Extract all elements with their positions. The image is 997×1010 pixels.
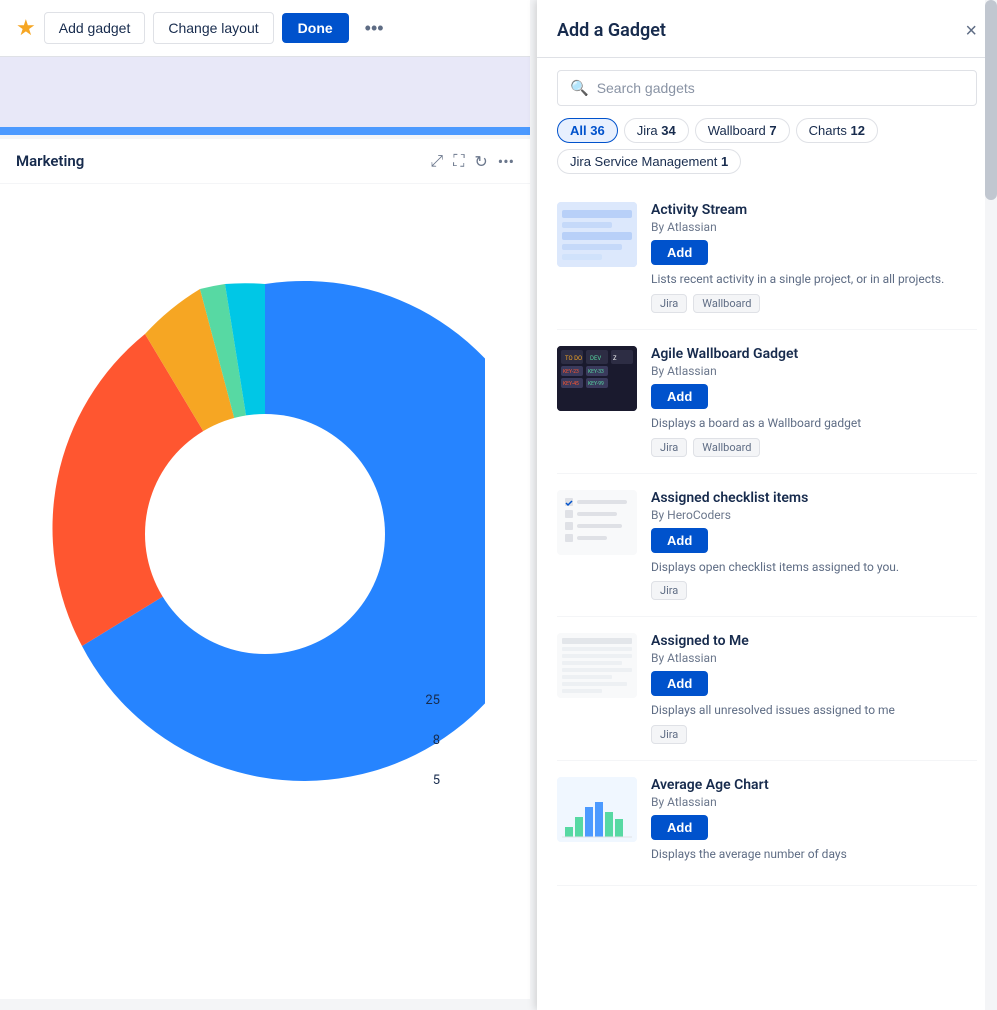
add-button-assigned-checklist[interactable]: Add: [651, 528, 708, 553]
gadget-info-assigned-to-me: Assigned to Me By Atlassian Add Displays…: [651, 633, 977, 744]
tag-list-agile-wallboard: Jira Wallboard: [651, 438, 977, 457]
gadget-desc-activity-stream: Lists recent activity in a single projec…: [651, 271, 977, 288]
add-button-agile-wallboard[interactable]: Add: [651, 384, 708, 409]
expand-icon[interactable]: ⛶: [453, 151, 464, 171]
tag-list-assigned-to-me: Jira: [651, 725, 977, 744]
chart-title: Marketing: [16, 152, 84, 170]
gadget-item-assigned-checklist: Assigned checklist items By HeroCoders A…: [557, 474, 977, 618]
donut-chart-container: 25 8 5: [0, 184, 530, 884]
gadget-thumbnail-average-age-chart: [557, 777, 637, 842]
gadget-name-average-age-chart: Average Age Chart: [651, 777, 977, 793]
add-gadget-button[interactable]: Add gadget: [44, 12, 146, 44]
gadget-thumbnail-activity-stream: [557, 202, 637, 267]
tag-wallboard: Wallboard: [693, 294, 760, 313]
gadget-thumbnail-assigned-to-me: [557, 633, 637, 698]
scrollbar[interactable]: [985, 0, 997, 1010]
svg-text:25: 25: [425, 693, 440, 708]
blue-bar: [0, 127, 530, 135]
tag-list-activity-stream: Jira Wallboard: [651, 294, 977, 313]
gadget-list: Activity Stream By Atlassian Add Lists r…: [537, 186, 997, 1010]
svg-text:KEY-23: KEY-23: [563, 369, 579, 375]
tag-jira: Jira: [651, 725, 687, 744]
filter-tab-jira[interactable]: Jira 34: [624, 118, 689, 143]
done-button[interactable]: Done: [282, 13, 349, 43]
refresh-icon[interactable]: ↻: [474, 152, 487, 171]
gadget-name-agile-wallboard: Agile Wallboard Gadget: [651, 346, 977, 362]
close-button[interactable]: ×: [965, 21, 977, 41]
chart-actions: ⤢ ⛶ ↻ •••: [430, 151, 514, 171]
gadget-thumbnail-assigned-checklist: [557, 490, 637, 555]
add-button-activity-stream[interactable]: Add: [651, 240, 708, 265]
svg-text:DEV: DEV: [590, 355, 601, 362]
svg-text:KEY-33: KEY-33: [588, 369, 604, 375]
svg-text:KEY-45: KEY-45: [563, 381, 579, 387]
gadget-thumbnail-agile-wallboard: TO DO KEY-23 KEY-45 DEV KEY-33 KEY-99 Z: [557, 346, 637, 411]
left-panel: ★ Add gadget Change layout Done ••• Mark…: [0, 0, 530, 1010]
search-container: 🔍: [537, 58, 997, 118]
search-box: 🔍: [557, 70, 977, 106]
chart-card: Marketing ⤢ ⛶ ↻ •••: [0, 139, 530, 999]
star-icon[interactable]: ★: [16, 16, 36, 41]
gadget-name-assigned-to-me: Assigned to Me: [651, 633, 977, 649]
chart-card-header: Marketing ⤢ ⛶ ↻ •••: [0, 139, 530, 184]
filter-tab-all[interactable]: All 36: [557, 118, 618, 143]
gadget-desc-assigned-checklist: Displays open checklist items assigned t…: [651, 559, 977, 576]
donut-chart: 25 8 5: [45, 234, 485, 834]
filter-tab-wallboard[interactable]: Wallboard 7: [695, 118, 790, 143]
gadget-info-activity-stream: Activity Stream By Atlassian Add Lists r…: [651, 202, 977, 313]
add-gadget-modal: Add a Gadget × 🔍 All 36 Jira 34 Wallboar…: [537, 0, 997, 1010]
change-layout-button[interactable]: Change layout: [153, 12, 273, 44]
gadget-author-assigned-checklist: By HeroCoders: [651, 508, 977, 522]
gadget-author-agile-wallboard: By Atlassian: [651, 364, 977, 378]
svg-text:8: 8: [433, 733, 440, 748]
gadget-desc-average-age-chart: Displays the average number of days: [651, 846, 977, 863]
tag-jira: Jira: [651, 294, 687, 313]
search-input[interactable]: [597, 80, 964, 96]
gadget-author-average-age-chart: By Atlassian: [651, 795, 977, 809]
search-icon: 🔍: [570, 79, 589, 97]
add-button-average-age-chart[interactable]: Add: [651, 815, 708, 840]
svg-text:5: 5: [433, 773, 440, 788]
gadget-name-activity-stream: Activity Stream: [651, 202, 977, 218]
gadget-desc-assigned-to-me: Displays all unresolved issues assigned …: [651, 702, 977, 719]
tag-jira: Jira: [651, 581, 687, 600]
gadget-info-agile-wallboard: Agile Wallboard Gadget By Atlassian Add …: [651, 346, 977, 457]
gadget-info-average-age-chart: Average Age Chart By Atlassian Add Displ…: [651, 777, 977, 869]
tag-wallboard: Wallboard: [693, 438, 760, 457]
gadget-author-assigned-to-me: By Atlassian: [651, 651, 977, 665]
more-options-button[interactable]: •••: [357, 14, 392, 43]
gadget-author-activity-stream: By Atlassian: [651, 220, 977, 234]
purple-header-area: [0, 57, 530, 127]
add-button-assigned-to-me[interactable]: Add: [651, 671, 708, 696]
toolbar: ★ Add gadget Change layout Done •••: [0, 0, 530, 57]
minimize-icon[interactable]: ⤢: [430, 151, 443, 171]
svg-text:TO DO: TO DO: [565, 355, 582, 362]
gadget-info-assigned-checklist: Assigned checklist items By HeroCoders A…: [651, 490, 977, 601]
svg-text:KEY-99: KEY-99: [588, 381, 604, 387]
modal-title: Add a Gadget: [557, 20, 666, 41]
gadget-item-agile-wallboard: TO DO KEY-23 KEY-45 DEV KEY-33 KEY-99 Z …: [557, 330, 977, 474]
gadget-item-assigned-to-me: Assigned to Me By Atlassian Add Displays…: [557, 617, 977, 761]
filter-tab-jsm[interactable]: Jira Service Management 1: [557, 149, 741, 174]
filter-tabs: All 36 Jira 34 Wallboard 7 Charts 12 Jir…: [537, 118, 997, 186]
tag-jira: Jira: [651, 438, 687, 457]
gadget-name-assigned-checklist: Assigned checklist items: [651, 490, 977, 506]
filter-tab-charts[interactable]: Charts 12: [796, 118, 878, 143]
svg-text:Z: Z: [613, 355, 617, 362]
gadget-desc-agile-wallboard: Displays a board as a Wallboard gadget: [651, 415, 977, 432]
tag-list-assigned-checklist: Jira: [651, 581, 977, 600]
scrollbar-thumb[interactable]: [985, 0, 997, 200]
gadget-item-average-age-chart: Average Age Chart By Atlassian Add Displ…: [557, 761, 977, 886]
modal-header: Add a Gadget ×: [537, 0, 997, 58]
chart-more-icon[interactable]: •••: [498, 152, 514, 171]
gadget-item-activity-stream: Activity Stream By Atlassian Add Lists r…: [557, 186, 977, 330]
